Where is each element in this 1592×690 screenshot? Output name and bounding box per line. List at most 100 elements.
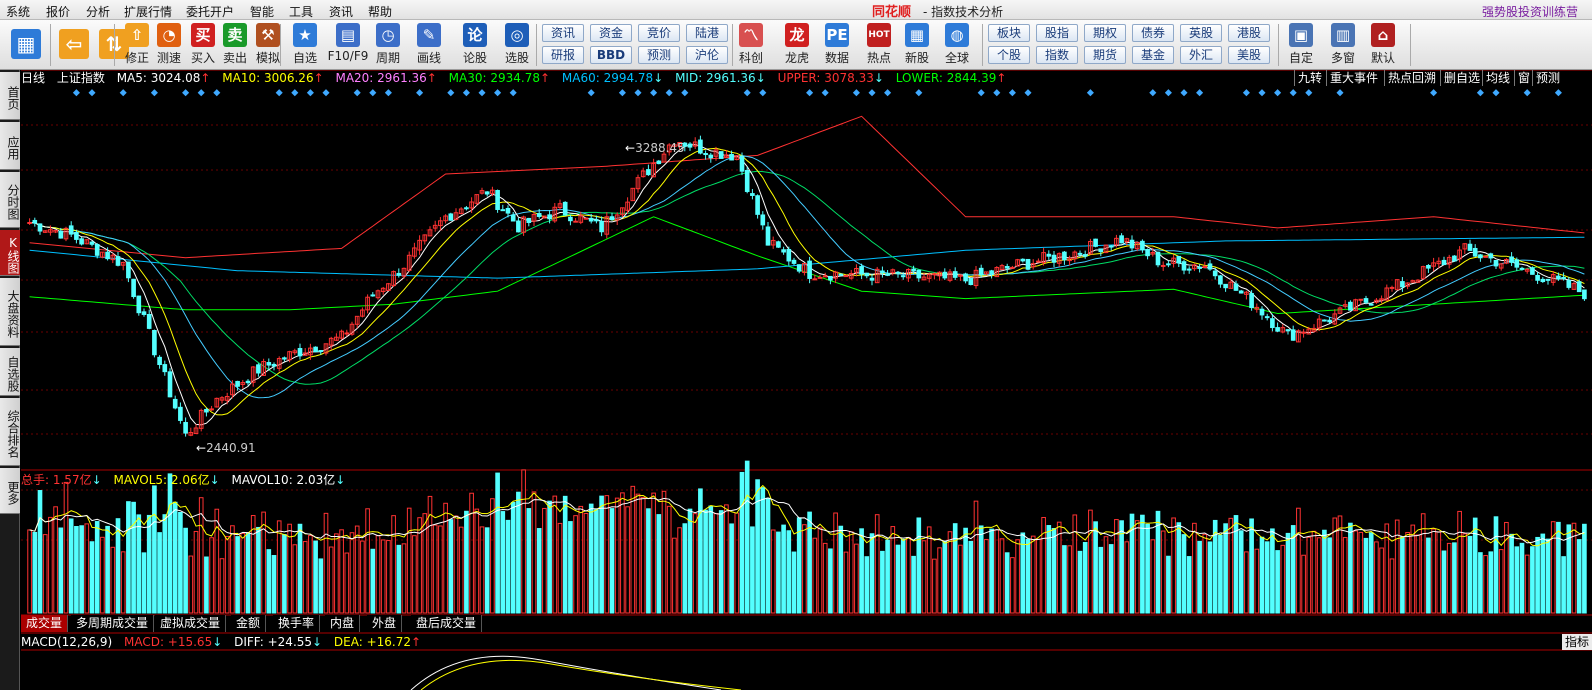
upper-label[interactable]: UPPER: 3078.33↓ bbox=[778, 71, 884, 85]
candle-body bbox=[495, 190, 500, 210]
period-button[interactable]: ◷ 周期 bbox=[371, 23, 405, 67]
candle-body bbox=[1025, 258, 1031, 270]
lower-label[interactable]: LOWER: 2844.39↑ bbox=[896, 71, 1007, 85]
chart-function-button[interactable]: 预测 bbox=[1532, 70, 1563, 86]
market-button[interactable]: 期货 bbox=[1084, 46, 1126, 64]
market-button[interactable]: 股指 bbox=[1036, 24, 1078, 42]
volume-tab[interactable]: 外盘 bbox=[367, 615, 403, 632]
volume-tab[interactable]: 成交量 bbox=[21, 615, 69, 632]
quick-link-button[interactable]: BBD bbox=[590, 46, 632, 64]
chart-function-button[interactable]: 窗 bbox=[1514, 70, 1533, 86]
chart-function-button[interactable]: 重大事件 bbox=[1326, 70, 1381, 86]
menu-item[interactable]: 工具 bbox=[289, 3, 313, 20]
left-tab[interactable]: 综合排名 bbox=[0, 398, 20, 466]
menu-item[interactable]: 扩展行情 bbox=[124, 3, 172, 20]
chart-function-button[interactable]: 九转 bbox=[1294, 70, 1325, 86]
forum-button[interactable]: 论论股 bbox=[458, 23, 492, 67]
ipo-button[interactable]: ▦ 新股 bbox=[900, 23, 934, 67]
speed-button[interactable]: ◔ 测速 bbox=[152, 23, 186, 67]
volume-tab[interactable]: 内盘 bbox=[325, 615, 361, 632]
left-tab[interactable]: 更多 bbox=[0, 468, 20, 514]
market-button[interactable]: 外汇 bbox=[1180, 46, 1222, 64]
back-arrow-button[interactable]: ⇦ bbox=[56, 23, 92, 67]
volume-bar bbox=[1374, 541, 1379, 614]
data-button[interactable]: PE 数据 bbox=[820, 23, 854, 67]
indicator-button[interactable]: 指标 bbox=[1561, 634, 1592, 650]
left-tab[interactable]: 自选股 bbox=[0, 348, 20, 396]
left-tab[interactable]: K线图 bbox=[0, 230, 20, 276]
menu-item[interactable]: 系统 bbox=[6, 3, 30, 20]
default-button[interactable]: ⌂ 默认 bbox=[1366, 23, 1400, 67]
volume-tab[interactable]: 盘后成交量 bbox=[411, 615, 483, 632]
kline-chart[interactable] bbox=[21, 69, 1592, 690]
quick-link-button[interactable]: 资讯 bbox=[542, 24, 584, 42]
menu-item[interactable]: 分析 bbox=[86, 3, 110, 20]
market-button[interactable]: 债券 bbox=[1132, 24, 1174, 42]
layout-button[interactable]: ▦ bbox=[8, 23, 44, 67]
menu-item[interactable]: 智能 bbox=[250, 3, 274, 20]
macd-name[interactable]: MACD(12,26,9) bbox=[21, 635, 112, 649]
left-tab[interactable]: 大盘资料 bbox=[0, 278, 20, 346]
ma30-label[interactable]: MA30: 2934.78↑ bbox=[449, 71, 550, 85]
left-tab[interactable]: 首页 bbox=[0, 72, 20, 120]
quick-link-button[interactable]: 沪伦 bbox=[686, 46, 728, 64]
menu-item[interactable]: 资讯 bbox=[329, 3, 353, 20]
watchlist-button[interactable]: ★ 自选 bbox=[288, 23, 322, 67]
volume-bar bbox=[100, 536, 105, 614]
volume-bar bbox=[703, 509, 708, 614]
volume-info-line: 总手: 1.57亿↓ MAVOL5: 2.06亿↓ MAVOL10: 2.03亿… bbox=[21, 472, 353, 488]
ma60-label[interactable]: MA60: 2994.78↓ bbox=[562, 71, 663, 85]
total-volume-label: 总手: 1.57亿↓ bbox=[21, 473, 102, 487]
buy-button[interactable]: 买买入 bbox=[186, 23, 220, 67]
volume-tab[interactable]: 虚拟成交量 bbox=[155, 615, 227, 632]
mid-label[interactable]: MID: 2961.36↓ bbox=[675, 71, 766, 85]
custom-button[interactable]: ▣ 自定 bbox=[1284, 23, 1318, 67]
global-button[interactable]: ◍ 全球 bbox=[940, 23, 974, 67]
volume-tab[interactable]: 换手率 bbox=[273, 615, 321, 632]
volume-tab[interactable]: 多周期成交量 bbox=[71, 615, 155, 632]
menu-item[interactable]: 报价 bbox=[46, 3, 70, 20]
fix-button[interactable]: ⇧ 修正 bbox=[120, 23, 154, 67]
candle-body bbox=[1488, 253, 1494, 259]
f10-button[interactable]: ▤ F10/F9 bbox=[326, 23, 370, 67]
multiwindow-button[interactable]: ▥ 多窗 bbox=[1326, 23, 1360, 67]
left-tab[interactable]: 应用 bbox=[0, 122, 20, 170]
hotspot-button[interactable]: HOT 热点 bbox=[862, 23, 896, 67]
left-tab[interactable]: 分时图 bbox=[0, 172, 20, 228]
training-link[interactable]: 强势股投资训练营 bbox=[1482, 3, 1578, 20]
quick-link-button[interactable]: 竞价 bbox=[638, 24, 680, 42]
volume-bar bbox=[599, 495, 604, 614]
market-button[interactable]: 美股 bbox=[1228, 46, 1270, 64]
chart-function-button[interactable]: 均线 bbox=[1482, 70, 1513, 86]
market-button[interactable]: 期权 bbox=[1084, 24, 1126, 42]
market-button[interactable]: 个股 bbox=[988, 46, 1030, 64]
chart-function-button[interactable]: 热点回溯 bbox=[1384, 70, 1439, 86]
period-label[interactable]: 日线 bbox=[21, 71, 45, 85]
quick-link-button[interactable]: 陆港 bbox=[686, 24, 728, 42]
menu-item[interactable]: 帮助 bbox=[368, 3, 392, 20]
quick-link-button[interactable]: 预测 bbox=[638, 46, 680, 64]
market-button[interactable]: 指数 bbox=[1036, 46, 1078, 64]
ma5-label[interactable]: MA5: 3024.08↑ bbox=[117, 71, 211, 85]
market-button[interactable]: 板块 bbox=[988, 24, 1030, 42]
star-market-button[interactable]: 〽科创 bbox=[734, 23, 768, 67]
quick-link-button[interactable]: 研报 bbox=[542, 46, 584, 64]
ma10-label[interactable]: MA10: 3006.26↑ bbox=[222, 71, 323, 85]
volume-bar bbox=[687, 508, 693, 614]
dragon-tiger-button[interactable]: 龙龙虎 bbox=[780, 23, 814, 67]
chart-function-button[interactable]: 删自选 bbox=[1440, 70, 1483, 86]
ma20-label[interactable]: MA20: 2961.36↑ bbox=[335, 71, 436, 85]
chart-area[interactable] bbox=[21, 69, 1592, 690]
sell-button[interactable]: 卖卖出 bbox=[218, 23, 252, 67]
volume-bar bbox=[1519, 542, 1525, 614]
market-button[interactable]: 英股 bbox=[1180, 24, 1222, 42]
volume-tab[interactable]: 金额 bbox=[231, 615, 267, 632]
stock-picker-button[interactable]: ◎ 选股 bbox=[500, 23, 534, 67]
quick-link-button[interactable]: 资金 bbox=[590, 24, 632, 42]
volume-bar bbox=[791, 551, 797, 614]
menu-item[interactable]: 委托开户 bbox=[186, 3, 234, 20]
drawline-button[interactable]: ✎ 画线 bbox=[412, 23, 446, 67]
event-marker bbox=[977, 89, 985, 97]
market-button[interactable]: 基金 bbox=[1132, 46, 1174, 64]
market-button[interactable]: 港股 bbox=[1228, 24, 1270, 42]
